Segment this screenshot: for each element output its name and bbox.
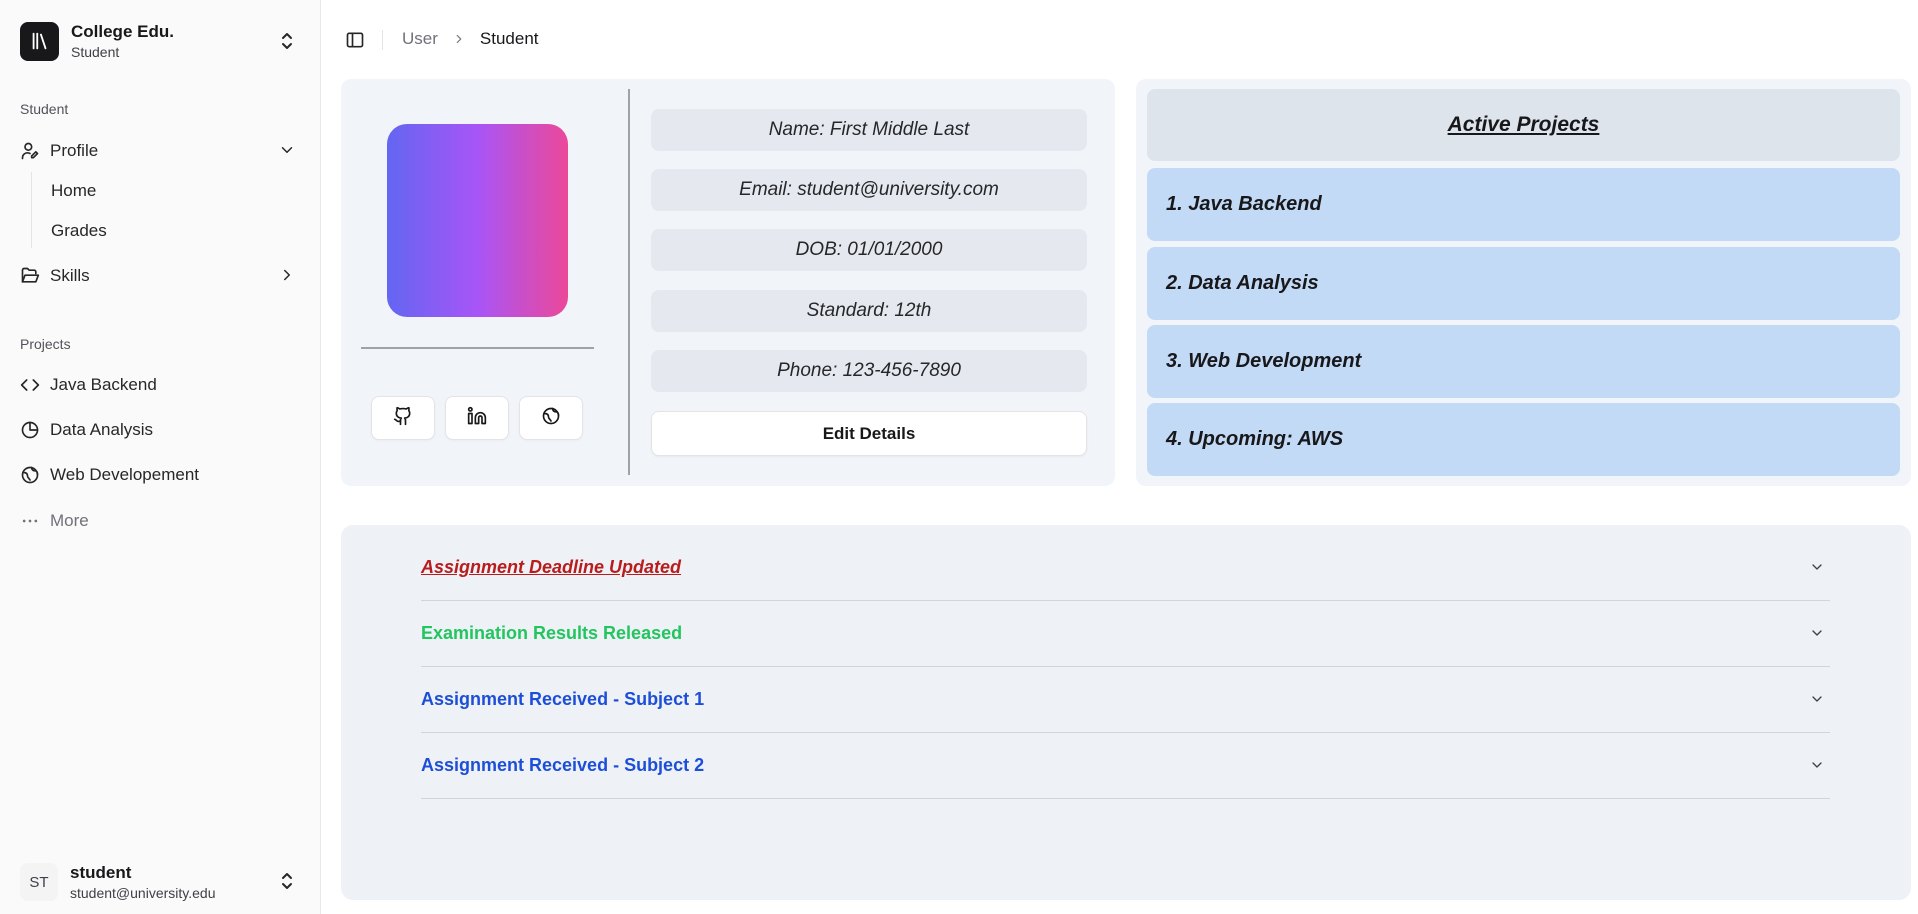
folder-open-icon — [20, 266, 40, 286]
user-email: student@university.edu — [70, 885, 216, 901]
group-label-student: Student — [20, 101, 69, 117]
chevron-down-icon — [1809, 757, 1825, 778]
standard-field: Standard: 12th — [651, 290, 1087, 332]
profile-vertical-divider — [628, 89, 630, 475]
sidebar-item-web-development[interactable]: Web Developement — [20, 458, 302, 492]
active-projects-title: Active Projects — [1147, 89, 1900, 161]
accordion-item-results[interactable]: Examination Results Released — [421, 601, 1830, 667]
edit-details-button[interactable]: Edit Details — [651, 411, 1087, 456]
breadcrumb-user[interactable]: User — [402, 29, 438, 49]
email-field: Email: student@university.com — [651, 169, 1087, 211]
globe-icon — [541, 406, 561, 431]
project-item[interactable]: 2. Data Analysis — [1147, 247, 1900, 320]
project-item[interactable]: 3. Web Development — [1147, 325, 1900, 398]
submenu-line — [31, 172, 32, 248]
name-field: Name: First Middle Last — [651, 109, 1087, 151]
sidebar-item-data-analysis[interactable]: Data Analysis — [20, 413, 302, 447]
chevron-right-icon — [278, 266, 296, 289]
active-projects-card: Active Projects 1. Java Backend 2. Data … — [1136, 79, 1911, 486]
sidebar-item-label: More — [50, 511, 89, 530]
avatar: ST — [20, 863, 58, 901]
notifications-accordion: Assignment Deadline Updated Examination … — [341, 525, 1911, 900]
sidebar-toggle-icon[interactable] — [344, 29, 366, 51]
chevrons-up-down-icon — [278, 30, 296, 57]
project-item[interactable]: 4. Upcoming: AWS — [1147, 403, 1900, 476]
header-divider — [382, 30, 383, 50]
team-switcher[interactable]: College Edu. Student — [20, 20, 302, 62]
accordion-title: Assignment Received - Subject 2 — [421, 755, 705, 775]
header: User Student — [322, 0, 1918, 80]
sidebar-item-java-backend[interactable]: Java Backend — [20, 368, 302, 402]
accordion-title: Examination Results Released — [421, 623, 683, 643]
sidebar-item-label: Data Analysis — [50, 420, 153, 439]
library-icon — [20, 21, 59, 61]
code-icon — [20, 375, 40, 395]
profile-avatar — [387, 124, 568, 317]
chevron-down-icon — [278, 141, 296, 164]
breadcrumb: User Student — [402, 29, 539, 49]
sidebar: College Edu. Student Student Profile Hom… — [0, 0, 321, 914]
breadcrumb-student: Student — [479, 29, 539, 48]
team-plan: Student — [71, 44, 120, 60]
pie-chart-icon — [20, 420, 40, 440]
team-name: College Edu. — [71, 22, 174, 41]
sidebar-subitem-grades[interactable]: Grades — [51, 216, 107, 246]
accordion-title: Assignment Received - Subject 1 — [421, 689, 705, 709]
user-menu[interactable]: ST student student@university.edu — [20, 860, 302, 904]
user-pen-icon — [20, 141, 40, 161]
ellipsis-icon — [20, 511, 40, 531]
profile-divider — [361, 347, 594, 349]
profile-card: Name: First Middle Last Email: student@u… — [341, 79, 1115, 486]
sidebar-item-label: Web Developement — [50, 465, 199, 484]
linkedin-icon — [467, 406, 487, 431]
sidebar-subitem-home[interactable]: Home — [51, 176, 96, 206]
github-icon — [393, 406, 413, 431]
accordion-item-deadline[interactable]: Assignment Deadline Updated — [421, 535, 1830, 601]
project-item[interactable]: 1. Java Backend — [1147, 168, 1900, 241]
phone-field: Phone: 123-456-7890 — [651, 350, 1087, 392]
accordion-item-subject-2[interactable]: Assignment Received - Subject 2 — [421, 733, 1830, 799]
chevron-down-icon — [1809, 691, 1825, 712]
sidebar-item-label: Profile — [50, 141, 99, 160]
sidebar-item-more[interactable]: More — [20, 504, 302, 538]
chevron-right-icon — [452, 32, 466, 46]
sidebar-item-profile[interactable]: Profile — [20, 134, 302, 168]
linkedin-button[interactable] — [445, 396, 509, 440]
website-button[interactable] — [519, 396, 583, 440]
dob-field: DOB: 01/01/2000 — [651, 229, 1087, 271]
sidebar-item-skills[interactable]: Skills — [20, 259, 302, 293]
chevron-down-icon — [1809, 559, 1825, 580]
globe-icon — [20, 465, 40, 485]
sidebar-item-label: Skills — [50, 266, 90, 285]
sidebar-item-label: Java Backend — [50, 375, 157, 394]
chevron-down-icon — [1809, 625, 1825, 646]
user-name: student — [70, 863, 132, 882]
accordion-item-subject-1[interactable]: Assignment Received - Subject 1 — [421, 667, 1830, 733]
group-label-projects: Projects — [20, 336, 71, 352]
github-button[interactable] — [371, 396, 435, 440]
chevrons-up-down-icon — [278, 870, 296, 897]
accordion-title: Assignment Deadline Updated — [421, 557, 682, 577]
